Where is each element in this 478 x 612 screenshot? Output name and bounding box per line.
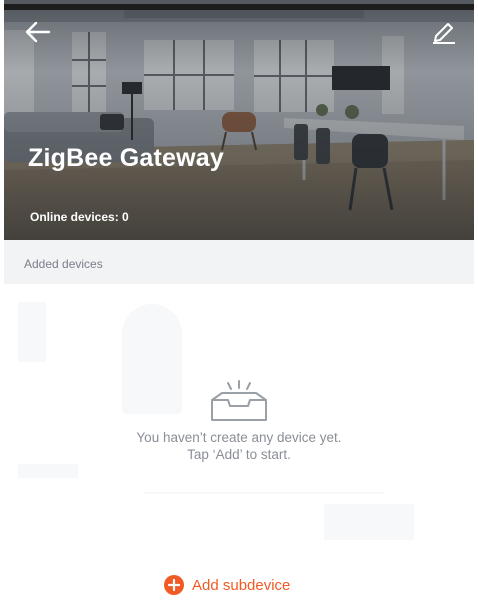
- status-strip: [4, 4, 474, 10]
- ghost-image-block: [18, 302, 46, 362]
- ghost-image-block: [18, 464, 78, 478]
- empty-hint: Tap ‘Add’ to start.: [187, 447, 291, 462]
- gateway-screen: ZigBee Gateway Online devices: 0 Added d…: [4, 0, 474, 612]
- edit-button[interactable]: [428, 16, 460, 48]
- added-devices-header: Added devices: [4, 240, 474, 284]
- add-subdevice-button[interactable]: Add subdevice: [164, 574, 290, 596]
- ghost-image-block: [144, 492, 384, 494]
- gateway-title: ZigBee Gateway: [28, 144, 224, 172]
- ghost-image-block: [122, 304, 182, 414]
- empty-message: You haven’t create any device yet.: [136, 430, 342, 445]
- add-subdevice-label: Add subdevice: [192, 576, 291, 594]
- section-title: Added devices: [24, 257, 103, 271]
- arrow-left-icon: [25, 21, 51, 43]
- empty-tray-icon: [211, 380, 267, 421]
- ghost-image-block: [324, 504, 414, 540]
- pencil-icon: [433, 23, 455, 44]
- online-devices-count: Online devices: 0: [30, 210, 129, 224]
- header-overlay: [4, 0, 474, 240]
- device-list-empty: You haven’t create any device yet. Tap ‘…: [4, 284, 474, 612]
- plus-circle-icon: [164, 575, 184, 595]
- back-button[interactable]: [22, 16, 54, 48]
- header-hero: ZigBee Gateway Online devices: 0: [4, 0, 474, 240]
